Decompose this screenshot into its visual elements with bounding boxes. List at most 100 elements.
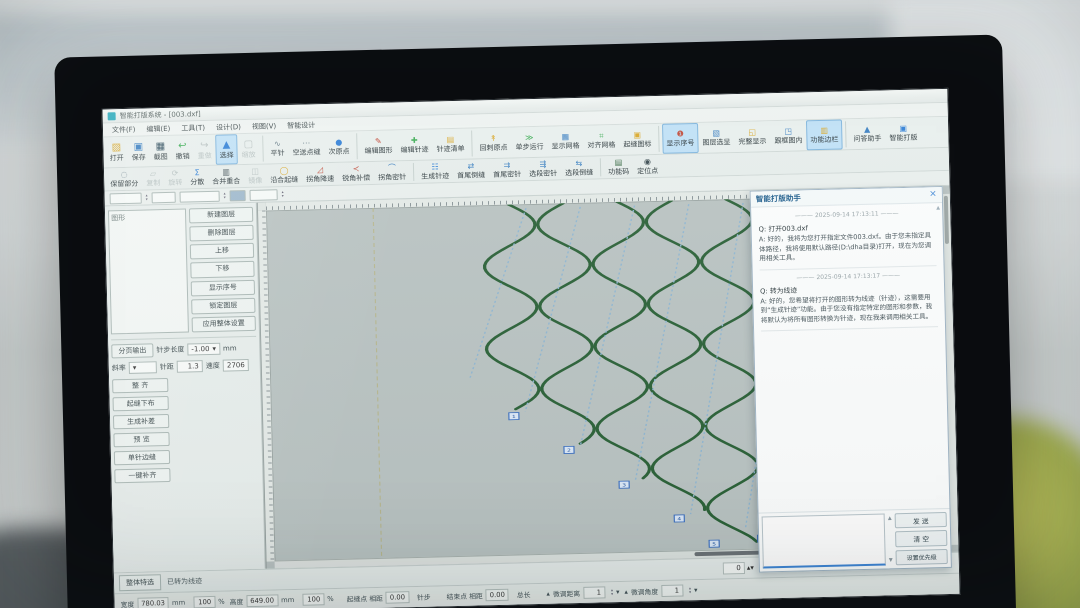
toolbar-button[interactable]: ▤ 功能码 <box>604 156 634 179</box>
toolbar-button[interactable]: ✚ 编辑针迹 <box>396 129 433 160</box>
layer-button[interactable]: 应用整体设置 <box>192 316 256 333</box>
toolbar-button[interactable]: ▱ 复制 <box>142 167 165 190</box>
toolbar-button[interactable]: ◯ 沿合起缝 <box>266 164 303 187</box>
toolbar-button[interactable]: ◿ 拐角降速 <box>302 163 339 186</box>
property-widget[interactable] <box>180 190 220 202</box>
stepper-icon[interactable] <box>747 564 754 572</box>
speed-value[interactable]: 2706 <box>223 359 249 372</box>
toolbar-icon-button[interactable]: ▲ 选择 <box>215 134 238 165</box>
toolbar-button[interactable]: ⌒ 拐角密针 <box>374 161 411 184</box>
status-field-value[interactable]: 100 <box>193 596 215 608</box>
priority-settings-button[interactable]: 设置优先级 <box>895 549 947 566</box>
close-icon[interactable]: × <box>929 190 937 199</box>
toolbar-button[interactable]: ▦ 显示网格 <box>547 126 584 157</box>
toolbar-button[interactable]: ⇉ 首尾密针 <box>489 158 526 181</box>
status-field-value[interactable]: 649.00 <box>246 594 278 607</box>
action-button[interactable]: 单针边缝 <box>114 450 170 465</box>
toolbar-button[interactable]: ⟳ 旋转 <box>164 166 187 189</box>
layer-button[interactable]: 上移 <box>190 243 254 260</box>
input-scroll-arrows[interactable]: ▲ ▼ <box>888 513 893 565</box>
send-button[interactable]: 发 送 <box>895 512 947 529</box>
menu-item[interactable]: 编辑(E) <box>146 123 170 134</box>
toolbar-button[interactable]: Σ 分散 <box>186 166 209 189</box>
scroll-up-icon[interactable]: ▲ <box>888 515 892 521</box>
toolbar-button[interactable]: ◌ 保留部分 <box>106 168 143 191</box>
toolbar-button[interactable] <box>658 126 660 152</box>
toolbar-button[interactable]: ◳ 跟框图内 <box>770 120 807 151</box>
menu-item[interactable]: 工具(T) <box>181 123 205 134</box>
menu-item[interactable]: 设计(D) <box>216 122 241 133</box>
toolbar-button[interactable] <box>845 121 847 147</box>
toolbar-button[interactable]: ⋯ 空送点缝 <box>288 132 325 163</box>
slope-select[interactable]: ▾ <box>129 361 157 374</box>
toolbar-button[interactable]: ↟ 回刺原点 <box>475 128 512 159</box>
action-button[interactable]: 整 齐 <box>112 378 168 393</box>
toolbar-button[interactable] <box>600 158 601 176</box>
toolbar-button[interactable]: ☷ 生成针迹 <box>417 160 454 183</box>
assistant-messages[interactable]: ▲ 2025-09-14 17:13:11 Q: 打开003.dxf A: 好的… <box>751 203 949 513</box>
layer-button[interactable]: 下移 <box>190 261 254 278</box>
toolbar-icon-button[interactable]: ▨ 打开 <box>105 137 128 168</box>
toolbar-button[interactable]: ● 次原点 <box>324 131 354 162</box>
layer-button[interactable]: 显示序号 <box>191 279 255 296</box>
status-field-value[interactable]: 1 <box>661 584 683 597</box>
color-swatch[interactable] <box>230 190 246 201</box>
status-mode-button[interactable]: 整体特选 <box>119 574 161 591</box>
toolbar-icon-button[interactable]: ↪ 重做 <box>193 135 216 166</box>
status-field-value[interactable]: 100 <box>302 593 324 606</box>
toolbar-button[interactable]: ▧ 图层选显 <box>698 122 735 153</box>
toolbar-button[interactable]: ◱ 完整显示 <box>734 121 771 152</box>
property-widget[interactable] <box>152 191 176 203</box>
layer-button[interactable]: 锁定图层 <box>191 298 255 315</box>
scroll-up-icon[interactable]: ▲ <box>936 205 940 211</box>
toolbar-button[interactable]: ▤ 针迹清单 <box>432 129 469 160</box>
toolbar-icon-button[interactable]: ▦ 截图 <box>149 136 172 167</box>
toolbar-button[interactable]: ∿ 平针 <box>266 133 289 164</box>
page-output-button[interactable]: 分页输出 <box>111 343 153 358</box>
toolbar-button[interactable] <box>471 130 473 156</box>
stepper-icon[interactable] <box>282 190 284 198</box>
toolbar-button[interactable]: ▣ 起缝图标 <box>619 124 656 155</box>
clear-button[interactable]: 清 空 <box>895 530 947 547</box>
layer-button[interactable]: 删除图层 <box>189 225 253 242</box>
toolbar-button[interactable]: ▥ 功能边栏 <box>806 119 843 150</box>
toolbar-button[interactable]: ◉ 定位点 <box>633 155 663 178</box>
property-widget[interactable] <box>250 189 278 201</box>
status-field-value[interactable]: 0.00 <box>386 591 409 604</box>
toolbar-button[interactable]: ≺ 锐角补偿 <box>338 162 375 185</box>
toolbar-icon-button[interactable]: ▢ 缩放 <box>237 134 260 165</box>
toolbar-button[interactable]: ⇶ 选段密针 <box>525 157 562 180</box>
toolbar-button[interactable]: ✎ 编辑图形 <box>360 130 397 161</box>
menu-item[interactable]: 文件(F) <box>112 124 136 135</box>
status-field-value[interactable]: 0.00 <box>486 589 509 602</box>
layer-item[interactable]: 图形 <box>111 214 125 222</box>
stepper-icon[interactable] <box>146 193 148 201</box>
toolbar-icon-button[interactable]: ▣ 保存 <box>127 136 150 167</box>
toolbar-button[interactable]: ◫ 镜像 <box>244 165 267 188</box>
layer-button[interactable]: 新建图层 <box>189 207 253 224</box>
action-button[interactable]: 起缝下布 <box>113 396 169 411</box>
status-field-value[interactable]: 1 <box>583 586 605 599</box>
stepper-icon[interactable] <box>224 192 226 200</box>
toolbar-button[interactable] <box>356 133 358 159</box>
menu-item[interactable]: 智能设计 <box>287 120 315 131</box>
stepper-icon[interactable] <box>689 586 691 594</box>
toolbar-button[interactable]: ⇄ 首尾倒缝 <box>453 159 490 182</box>
toolbar-button[interactable]: ⌗ 对齐网格 <box>583 125 620 156</box>
chat-input[interactable] <box>762 514 886 569</box>
property-widget[interactable] <box>110 192 142 204</box>
action-button[interactable]: 一键补齐 <box>114 468 170 483</box>
stitch-length-select[interactable]: -1.00▾ <box>187 343 220 356</box>
toolbar-button[interactable]: ▣ 智能打版 <box>885 118 922 149</box>
pitch-value[interactable]: 1.3 <box>177 360 203 373</box>
toolbar-button[interactable]: ▲ 问答助手 <box>849 118 886 149</box>
layer-list[interactable]: 图形 <box>108 209 189 335</box>
toolbar-button[interactable]: ≫ 单步运行 <box>511 127 548 158</box>
action-button[interactable]: 预 览 <box>113 432 169 447</box>
status-field-value[interactable]: 780.03 <box>137 597 169 608</box>
status-spin-value[interactable]: 0 <box>723 562 745 575</box>
stepper-icon[interactable] <box>611 588 613 596</box>
toolbar-button[interactable]: ❶ 显示序号 <box>662 123 699 154</box>
menu-item[interactable]: 视图(V) <box>252 121 277 132</box>
vertical-scrollbar-thumb[interactable] <box>944 196 949 244</box>
